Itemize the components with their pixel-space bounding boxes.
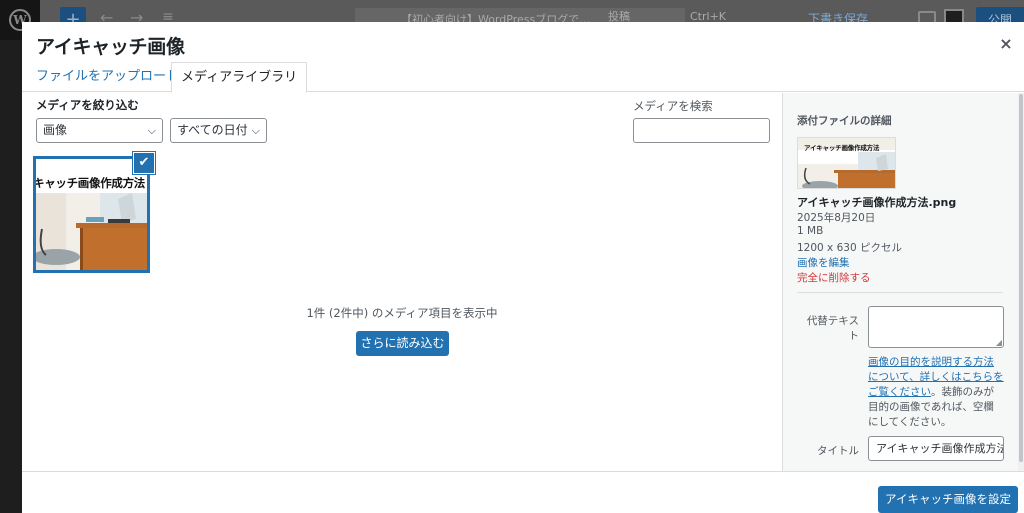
tab-upload-files[interactable]: ファイルをアップロード bbox=[27, 62, 188, 92]
alt-text-field[interactable]: ◢ bbox=[868, 306, 1004, 348]
modal-footer: アイキャッチ画像を設定 bbox=[22, 471, 1024, 513]
chevron-down-icon: ⌵ bbox=[147, 124, 156, 137]
tab-media-library[interactable]: メディアライブラリ bbox=[171, 62, 308, 93]
attachment-filename: アイキャッチ画像作成方法.png bbox=[797, 196, 957, 209]
divider bbox=[797, 292, 1003, 293]
date-filter-value: すべての日付 bbox=[177, 123, 248, 137]
chevron-down-icon: ⌵ bbox=[251, 124, 260, 137]
alt-text-help: 画像の目的を説明する方法について、詳しくはこちらをご覧ください。装飾のみが目的の… bbox=[868, 355, 1004, 430]
filter-label: メディアを絞り込む bbox=[36, 98, 139, 112]
load-more-button[interactable]: さらに読み込む bbox=[356, 331, 449, 356]
admin-left-strip bbox=[0, 0, 22, 513]
search-label: メディアを検索 bbox=[633, 99, 713, 113]
media-type-value: 画像 bbox=[43, 123, 68, 137]
sidebar-scrollbar-thumb[interactable] bbox=[1019, 94, 1023, 462]
media-count-text: 1件 (2件中) のメディア項目を表示中 bbox=[306, 306, 498, 320]
modal-title: アイキャッチ画像 bbox=[36, 36, 185, 58]
attachment-dimensions: 1200 x 630 ピクセル bbox=[797, 242, 902, 254]
details-thumbnail: アイキャッチ画像作成方法 bbox=[797, 137, 896, 189]
modal-tabs: ファイルをアップロード メディアライブラリ bbox=[22, 62, 1024, 93]
media-search-input[interactable] bbox=[633, 118, 770, 143]
media-type-filter[interactable]: 画像 ⌵ bbox=[36, 118, 163, 143]
resize-grip-icon[interactable]: ◢ bbox=[996, 338, 1002, 347]
details-thumbnail-title: アイキャッチ画像作成方法 bbox=[804, 144, 880, 152]
attachment-overlay-title: キャッチ画像作成方法 bbox=[33, 176, 145, 190]
media-modal: アイキャッチ画像 × ファイルをアップロード メディアライブラリ メディアを絞り… bbox=[22, 22, 1024, 513]
title-field[interactable]: アイキャッチ画像作成方法 bbox=[868, 436, 1004, 461]
alt-text-label: 代替テキスト bbox=[806, 315, 859, 342]
attachment-filesize: 1 MB bbox=[797, 225, 824, 237]
date-filter[interactable]: すべての日付 ⌵ bbox=[170, 118, 267, 143]
attachment-details-sidebar: 添付ファイルの詳細 アイキャッチ画像作成方法 アイキャッチ画像作成方法.png … bbox=[782, 93, 1018, 471]
selected-check-icon[interactable]: ✔ bbox=[133, 152, 155, 174]
close-icon[interactable]: × bbox=[996, 34, 1016, 54]
title-label: タイトル bbox=[817, 445, 859, 457]
attachment-date: 2025年8月20日 bbox=[797, 212, 876, 224]
details-heading: 添付ファイルの詳細 bbox=[797, 115, 892, 127]
set-featured-image-button[interactable]: アイキャッチ画像を設定 bbox=[878, 486, 1018, 513]
delete-permanently-link[interactable]: 完全に削除する bbox=[797, 270, 871, 285]
edit-image-link[interactable]: 画像を編集 bbox=[797, 255, 850, 270]
